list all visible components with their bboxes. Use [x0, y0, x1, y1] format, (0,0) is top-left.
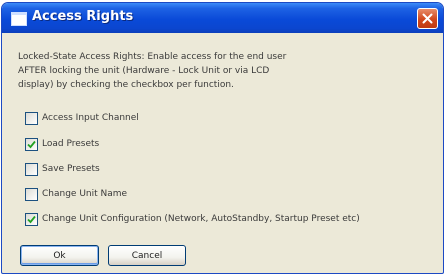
description-line: AFTER locking the unit (Hardware - Lock … — [18, 66, 270, 76]
description-line: Locked-State Access Rights: Enable acces… — [18, 52, 287, 62]
option-label: Load Presets — [42, 139, 100, 149]
window-icon — [11, 12, 27, 26]
dialog-title: Access Rights — [32, 9, 134, 24]
cancel-button[interactable]: Cancel — [108, 245, 186, 266]
title-bar[interactable]: Access Rights — [2, 3, 443, 33]
option-label: Change Unit Configuration (Network, Auto… — [42, 214, 360, 224]
option-load-presets[interactable]: Load Presets — [25, 136, 99, 152]
checkbox-load-presets[interactable] — [25, 137, 38, 151]
access-rights-dialog: Access Rights Locked-State Access Rights… — [1, 2, 444, 274]
check-mark-icon — [27, 215, 36, 223]
option-label: Access Input Channel — [42, 113, 139, 123]
option-label: Change Unit Name — [42, 189, 128, 199]
checkbox-save-presets[interactable] — [25, 162, 38, 176]
dialog-body: Locked-State Access Rights: Enable acces… — [2, 33, 443, 273]
description-text: Locked-State Access Rights: Enable acces… — [18, 50, 418, 92]
checkbox-change-unit-name[interactable] — [25, 187, 38, 201]
option-change-unit-configuration[interactable]: Change Unit Configuration (Network, Auto… — [25, 211, 360, 227]
ok-button[interactable]: Ok — [20, 245, 99, 266]
option-access-input-channel[interactable]: Access Input Channel — [25, 110, 139, 126]
option-change-unit-name[interactable]: Change Unit Name — [25, 186, 127, 202]
checkbox-change-unit-configuration[interactable] — [25, 212, 38, 226]
close-button[interactable] — [417, 8, 438, 29]
checkbox-access-input-channel[interactable] — [25, 111, 38, 125]
description-line: display) by checking the checkbox per fu… — [18, 80, 234, 90]
check-mark-icon — [27, 140, 36, 148]
option-save-presets[interactable]: Save Presets — [25, 161, 100, 177]
close-icon — [422, 13, 433, 24]
option-label: Save Presets — [42, 164, 100, 174]
